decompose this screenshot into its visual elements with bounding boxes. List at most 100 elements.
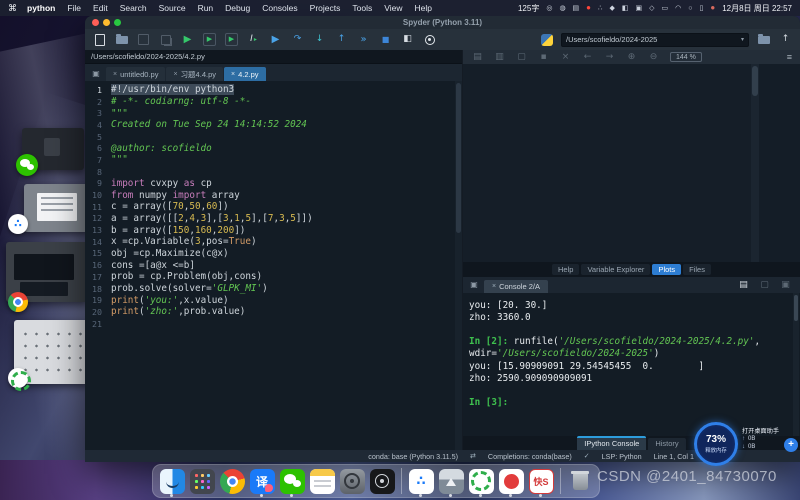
save-plot-icon[interactable]: ▤ [471,51,484,64]
search-icon[interactable]: ○ [688,5,692,12]
stop-debug-icon[interactable]: ■ [379,33,392,46]
working-directory-combobox[interactable]: /Users/scofieldo/2024-2025 ▾ [561,33,749,47]
memory-free-button[interactable]: 73% 释放内存 [694,422,738,466]
dock-item-keychain[interactable] [369,466,395,496]
assistant-add-button[interactable]: + [784,438,798,452]
bluetooth-icon[interactable]: ◇ [649,5,654,12]
app-menu-title[interactable]: python [27,3,55,13]
ipython-console-output[interactable]: you: [20. 30.]zho: 3360.0In [2]: runfile… [463,293,800,436]
menu-item[interactable]: Consoles [262,3,297,13]
save-all-plots-icon[interactable]: ▥ [493,51,506,64]
close-icon[interactable]: × [173,71,177,78]
remove-plot-icon[interactable]: ▪ [537,51,550,64]
menu-item[interactable]: Run [198,3,214,13]
stage-manager-icon[interactable]: ◧ [622,5,629,12]
window-icon[interactable]: ▣ [636,5,643,12]
control-center-icon[interactable]: ∴ [598,5,602,12]
assistant-label[interactable]: 打开桌面助手 [742,425,779,435]
dock-item-chrome[interactable] [219,466,245,496]
step-into-icon[interactable]: ↓ [313,33,326,46]
window-thumbnail-dialog[interactable] [24,184,90,232]
inspect-icon[interactable]: ▤ [737,279,750,292]
plots-zoom-level[interactable]: 144 % [670,52,702,62]
menubar-clock[interactable]: 12月8日 周日 22:57 [722,3,792,14]
keyboard-icon[interactable]: ▤ [573,5,580,12]
panel-tab[interactable]: Plots [652,264,681,275]
wechat-badge-icon[interactable] [16,154,38,176]
dock-item-share[interactable]: ∴ [408,466,434,496]
preferences-icon[interactable] [423,33,436,46]
scrollbar-thumb[interactable] [752,66,758,96]
share-app-badge-icon[interactable]: ∴ [8,214,28,234]
plots-thumbnail-list[interactable] [759,64,800,262]
editor-scrollbar[interactable] [455,81,462,450]
close-icon[interactable]: × [231,71,235,78]
scrollbar-thumb[interactable] [794,295,798,321]
dock-item-launchpad[interactable] [189,466,215,496]
panel-tab[interactable]: Files [683,264,711,275]
save-icon[interactable] [137,33,150,46]
chrome-badge-icon[interactable] [8,292,28,312]
step-return-icon[interactable]: ↑ [335,33,348,46]
open-file-icon[interactable] [115,33,128,46]
menu-item[interactable]: View [384,3,402,13]
run-cell-advance-icon[interactable]: ▶ [225,33,238,46]
browse-tabs-button[interactable]: ▣ [88,67,104,80]
editor-tab[interactable]: ×untitled0.py [106,67,165,81]
menu-item[interactable]: Search [120,3,147,13]
dock-item-notes[interactable] [309,466,335,496]
plots-scrollbar[interactable] [751,64,759,262]
menu-item[interactable]: Help [415,3,432,13]
record-icon[interactable]: ● [586,4,591,12]
menu-item[interactable]: Edit [93,3,108,13]
plots-options-menu-icon[interactable]: ≡ [787,52,792,62]
next-plot-icon[interactable]: → [603,51,616,64]
wifi-icon[interactable]: ◠ [675,5,681,12]
scrollbar-thumb[interactable] [456,83,461,233]
console-scrollbar[interactable] [793,293,799,436]
run-icon[interactable]: ▶ [181,33,194,46]
apple-menu-icon[interactable]: ⌘ [8,3,17,14]
maximize-pane-icon[interactable]: ◧ [401,33,414,46]
dock-item-wechat[interactable] [279,466,305,496]
step-over-icon[interactable]: ↷ [291,33,304,46]
browse-consoles-button[interactable]: ▣ [466,278,482,291]
menu-item[interactable]: Projects [310,3,341,13]
assistant-icon[interactable]: ◆ [609,5,614,12]
console-panel-tab[interactable]: IPython Console [577,436,646,450]
zoom-in-icon[interactable]: ⊕ [625,51,638,64]
close-icon[interactable]: × [492,283,496,290]
previous-plot-icon[interactable]: ← [581,51,594,64]
parent-directory-icon[interactable]: ↑ [779,33,792,46]
panel-tab[interactable]: Variable Explorer [581,264,650,275]
dock-item-photo[interactable] [438,466,464,496]
new-file-icon[interactable] [93,33,106,46]
menu-item[interactable]: File [67,3,81,13]
dock-item-redapple[interactable] [498,466,524,496]
menu-item[interactable]: Source [159,3,186,13]
green-ring-badge-icon[interactable] [8,368,28,388]
console-tab[interactable]: × Console 2/A [484,280,548,293]
panel-tab[interactable]: Help [552,264,579,275]
dock-item-finder[interactable] [159,466,185,496]
dock-item-greenring[interactable] [468,466,494,496]
zoom-out-icon[interactable]: ⊖ [647,51,660,64]
browse-workdir-icon[interactable] [757,33,770,46]
menu-item[interactable]: Debug [225,3,250,13]
close-icon[interactable]: × [113,71,117,78]
console-options-icon[interactable]: ▣ [779,279,792,292]
run-cell-icon[interactable]: ▶ [203,33,216,46]
mic-icon[interactable]: ◍ [559,5,565,12]
dock-item-trash[interactable] [567,466,593,496]
console-env-icon[interactable]: ▢ [758,279,771,292]
screen-mirroring-icon[interactable]: ◎ [546,5,552,12]
menu-item[interactable]: Tools [352,3,372,13]
battery-icon[interactable]: ▭ [662,5,669,12]
continue-icon[interactable]: » [357,33,370,46]
code-editor[interactable]: 1#!/usr/bin/env python32# -*- codiarng: … [85,81,462,450]
run-selection-icon[interactable]: I [247,33,260,46]
save-all-icon[interactable] [159,33,172,46]
dock-item-translate[interactable]: 译 [249,466,275,496]
editor-tab[interactable]: ×习题4.4.py [166,67,223,81]
dock-item-settings[interactable] [339,466,365,496]
